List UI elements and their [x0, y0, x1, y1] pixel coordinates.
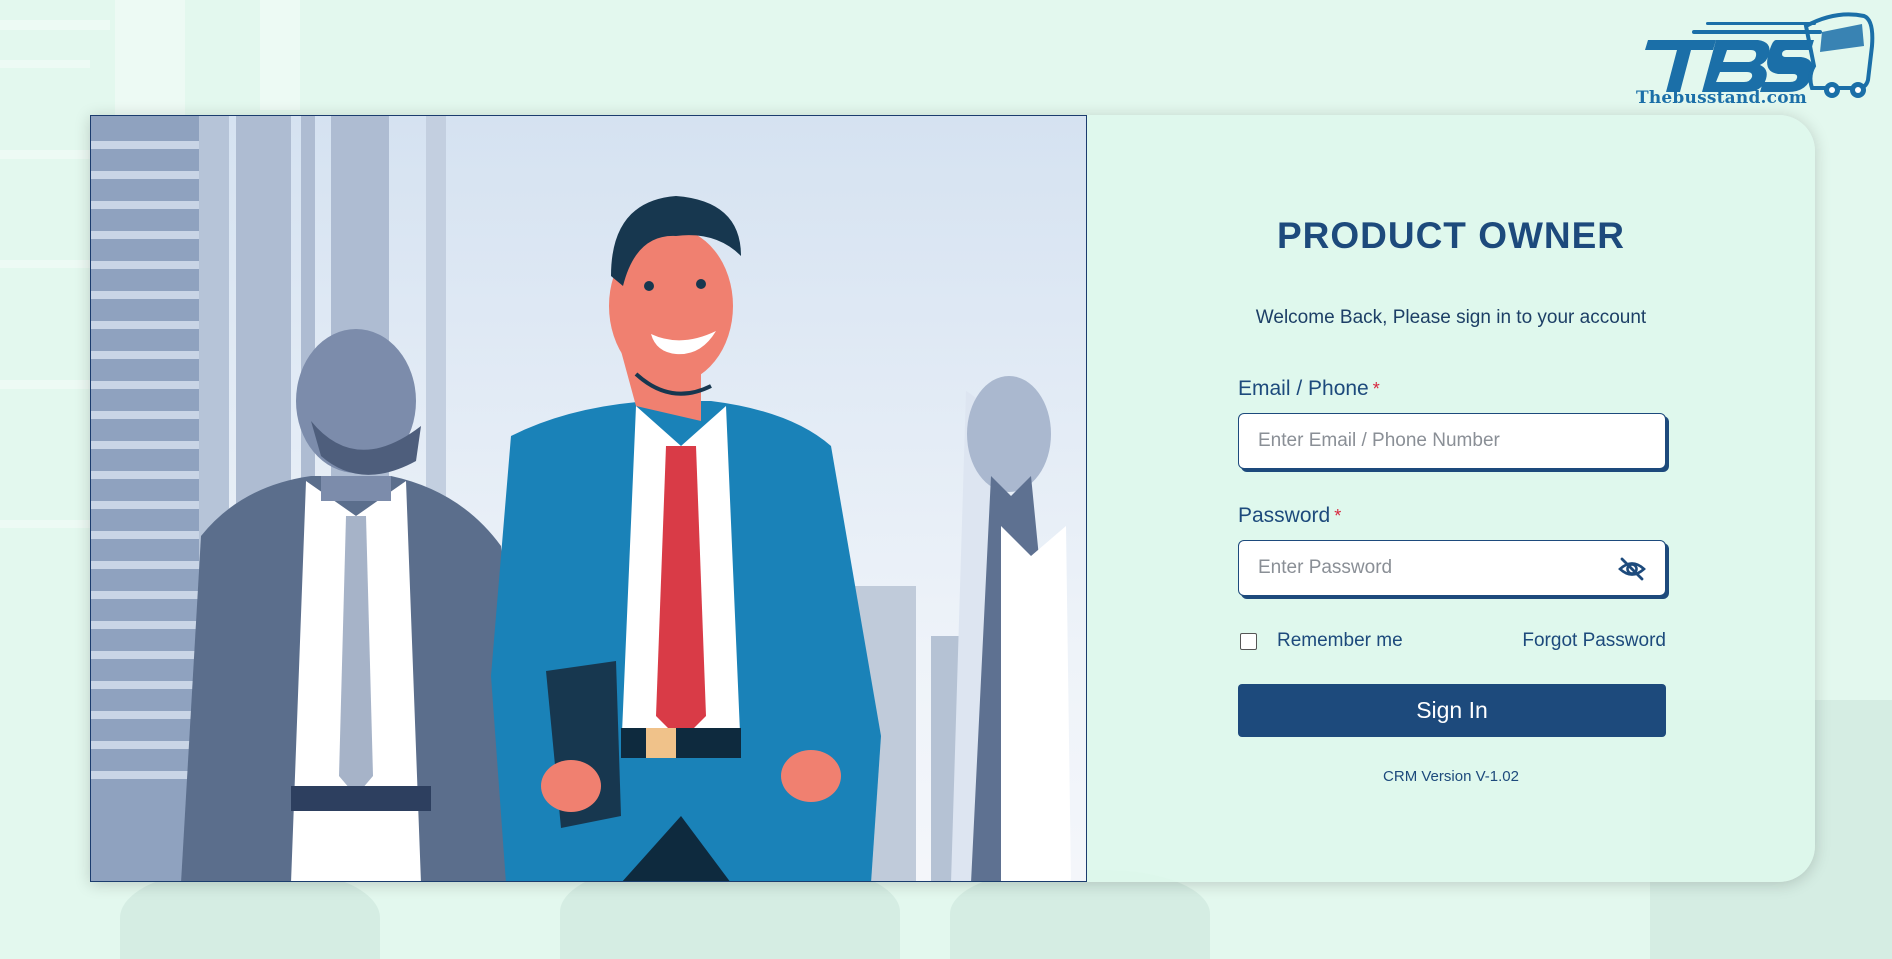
email-label-text: Email / Phone — [1238, 377, 1369, 400]
email-label: Email / Phone * — [1238, 377, 1380, 401]
brand-logo[interactable]: Thebusstand.com — [1636, 6, 1876, 110]
business-people-illustration — [91, 116, 1071, 881]
logo-text: Thebusstand.com — [1636, 88, 1807, 108]
password-field[interactable] — [1239, 541, 1665, 595]
required-marker: * — [1334, 506, 1342, 526]
forgot-password-link[interactable]: Forgot Password — [1520, 630, 1666, 652]
password-label: Password * — [1238, 504, 1341, 528]
welcome-subtitle: Welcome Back, Please sign in to your acc… — [1255, 307, 1647, 328]
sign-in-button[interactable]: Sign In — [1238, 684, 1666, 737]
remember-me-checkbox[interactable] — [1240, 632, 1257, 650]
email-field-box — [1238, 413, 1666, 469]
password-label-text: Password — [1238, 504, 1331, 527]
version-text: CRM Version V-1.02 — [1383, 768, 1519, 785]
required-marker: * — [1372, 379, 1380, 399]
login-card: PRODUCT OWNER Welcome Back, Please sign … — [90, 115, 1815, 882]
page-title: PRODUCT OWNER — [1276, 215, 1626, 256]
remember-me: Remember me — [1238, 630, 1403, 652]
hero-illustration — [90, 115, 1087, 882]
email-field[interactable] — [1239, 414, 1665, 468]
login-panel: PRODUCT OWNER Welcome Back, Please sign … — [1087, 115, 1815, 882]
password-field-box — [1238, 540, 1666, 596]
eye-slash-icon[interactable] — [1617, 554, 1647, 584]
remember-me-label[interactable]: Remember me — [1277, 630, 1403, 652]
